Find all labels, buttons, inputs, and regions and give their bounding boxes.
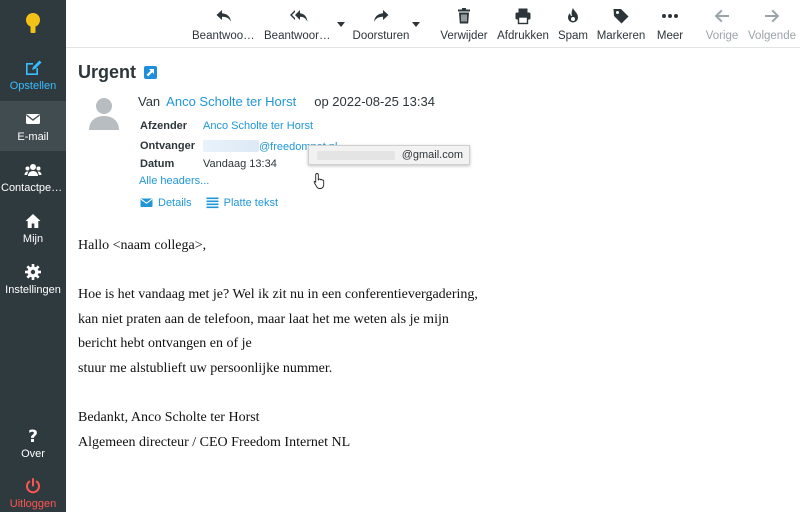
forward-button[interactable]: Doorsturen — [351, 0, 411, 48]
details-link[interactable]: Details — [140, 196, 192, 209]
from-date: op 2022-08-25 13:34 — [314, 94, 435, 109]
reply-all-dropdown-caret[interactable] — [337, 22, 345, 27]
svg-text:?: ? — [28, 427, 38, 445]
next-label: Volgende — [748, 29, 796, 42]
sidebar-item-about[interactable]: ? Over — [0, 418, 66, 468]
reply-icon — [216, 9, 231, 22]
open-in-new-window-icon[interactable] — [144, 66, 157, 79]
sidebar-item-label: Instellingen — [5, 283, 61, 296]
gear-icon — [25, 263, 41, 280]
from-prefix: Van — [138, 94, 161, 109]
sidebar-item-label: Contactpersonen — [1, 181, 65, 194]
sidebar-item-label: Uitloggen — [9, 497, 57, 510]
sidebar-item-compose[interactable]: Opstellen — [0, 50, 66, 100]
mark-label: Markeren — [596, 29, 646, 42]
sidebar-item-label: Opstellen — [9, 79, 57, 92]
date-value: Vandaag 13:34 — [203, 158, 277, 170]
sidebar-item-label: E-mail — [17, 130, 49, 143]
sidebar: Opstellen E-mail Contactpersonen Mijn In… — [0, 0, 66, 512]
reply-label: Beantwoorden — [192, 29, 256, 42]
previous-label: Vorige — [705, 29, 739, 42]
printer-icon — [515, 8, 531, 24]
body-line: bericht hebt ontvangen en of je — [78, 336, 252, 352]
question-icon: ? — [28, 427, 38, 445]
delete-button[interactable]: Verwijder — [438, 0, 490, 48]
redacted-block — [317, 151, 395, 160]
sender-label: Afzender — [140, 120, 188, 132]
body-line: Algemeen directeur / CEO Freedom Interne… — [78, 434, 351, 450]
delete-label: Verwijder — [440, 29, 488, 42]
sender-value-link[interactable]: Anco Scholte ter Horst — [203, 120, 313, 132]
forward-label: Doorsturen — [352, 29, 410, 42]
sidebar-item-label: Over — [21, 447, 45, 460]
view-mode-links: Details Platte tekst — [140, 196, 278, 209]
tooltip-email: @gmail.com — [401, 149, 463, 161]
more-dots-icon — [662, 13, 678, 18]
message-body: Hallo <naam collega>, Hoe is het vandaag… — [78, 234, 778, 455]
fire-icon — [568, 7, 578, 22]
reply-all-button[interactable]: Beantwoorden aan allen — [264, 0, 334, 48]
trash-icon — [458, 7, 470, 23]
sidebar-item-contacts[interactable]: Contactpersonen — [0, 152, 66, 202]
date-label: Datum — [140, 158, 175, 170]
sidebar-item-email[interactable]: E-mail — [0, 101, 66, 151]
logo[interactable] — [0, 0, 66, 48]
arrow-left-icon — [714, 9, 729, 22]
header-row-sender: Afzender Anco Scholte ter Horst — [140, 120, 440, 134]
compose-icon — [26, 60, 42, 75]
more-button[interactable]: Meer — [652, 0, 688, 48]
body-line: Hallo <naam collega>, — [78, 238, 207, 253]
power-icon — [26, 477, 40, 493]
mark-button[interactable]: Markeren — [596, 0, 646, 48]
lines-icon — [206, 197, 219, 209]
message-subject: Urgent — [78, 62, 157, 83]
previous-button[interactable]: Vorige — [702, 0, 742, 48]
plain-text-link[interactable]: Platte tekst — [206, 196, 278, 209]
plain-text-label: Platte tekst — [223, 196, 279, 209]
envelope-icon — [140, 198, 153, 207]
arrow-right-icon — [765, 9, 780, 22]
from-line: Van Anco Scholte ter Horst op 2022-08-25… — [138, 94, 435, 109]
all-headers-link[interactable]: Alle headers... — [139, 175, 209, 187]
body-line: kan niet praten aan de telefoon, maar la… — [78, 311, 449, 327]
body-line: Hoe is het vandaag met je? Wel ik zit nu… — [78, 287, 478, 303]
recipient-label: Ontvanger — [140, 140, 196, 152]
forward-icon — [374, 9, 389, 22]
sidebar-item-mine[interactable]: Mijn — [0, 203, 66, 253]
reply-button[interactable]: Beantwoorden — [192, 0, 256, 48]
lightbulb-logo-icon — [26, 13, 40, 33]
hand-cursor-icon — [313, 173, 325, 189]
body-line — [78, 259, 778, 284]
spam-button[interactable]: Spam — [556, 0, 590, 48]
body-line: stuur me alstublieft uw persoonlijke num… — [78, 360, 333, 376]
forward-dropdown-caret[interactable] — [412, 22, 420, 27]
redacted-block — [203, 140, 259, 152]
contacts-icon — [24, 163, 42, 176]
details-label: Details — [158, 196, 192, 209]
print-label: Afdrukken — [497, 29, 549, 42]
from-name-link[interactable]: Anco Scholte ter Horst — [166, 94, 296, 109]
reply-all-icon — [290, 9, 308, 22]
body-line: Bedankt, Anco Scholte ter Horst — [78, 410, 260, 426]
subject-text: Urgent — [78, 62, 136, 82]
reply-all-label: Beantwoorden aan allen — [264, 29, 334, 42]
sidebar-item-settings[interactable]: Instellingen — [0, 254, 66, 304]
print-button[interactable]: Afdrukken — [496, 0, 550, 48]
envelope-icon — [26, 113, 40, 124]
body-line — [78, 382, 778, 407]
message-view: Urgent Van Anco Scholte ter Horst op 202… — [66, 48, 800, 512]
sidebar-item-logout[interactable]: Uitloggen — [0, 468, 66, 512]
sender-email-tooltip: @gmail.com — [308, 145, 470, 165]
spam-label: Spam — [557, 29, 589, 42]
tag-icon — [613, 8, 629, 23]
sender-avatar — [89, 98, 119, 130]
sidebar-item-label: Mijn — [22, 232, 44, 245]
toolbar: Beantwoorden Beantwoorden aan allen Door… — [66, 0, 800, 48]
next-button[interactable]: Volgende — [748, 0, 796, 48]
home-icon — [25, 213, 41, 228]
more-label: Meer — [656, 29, 684, 42]
